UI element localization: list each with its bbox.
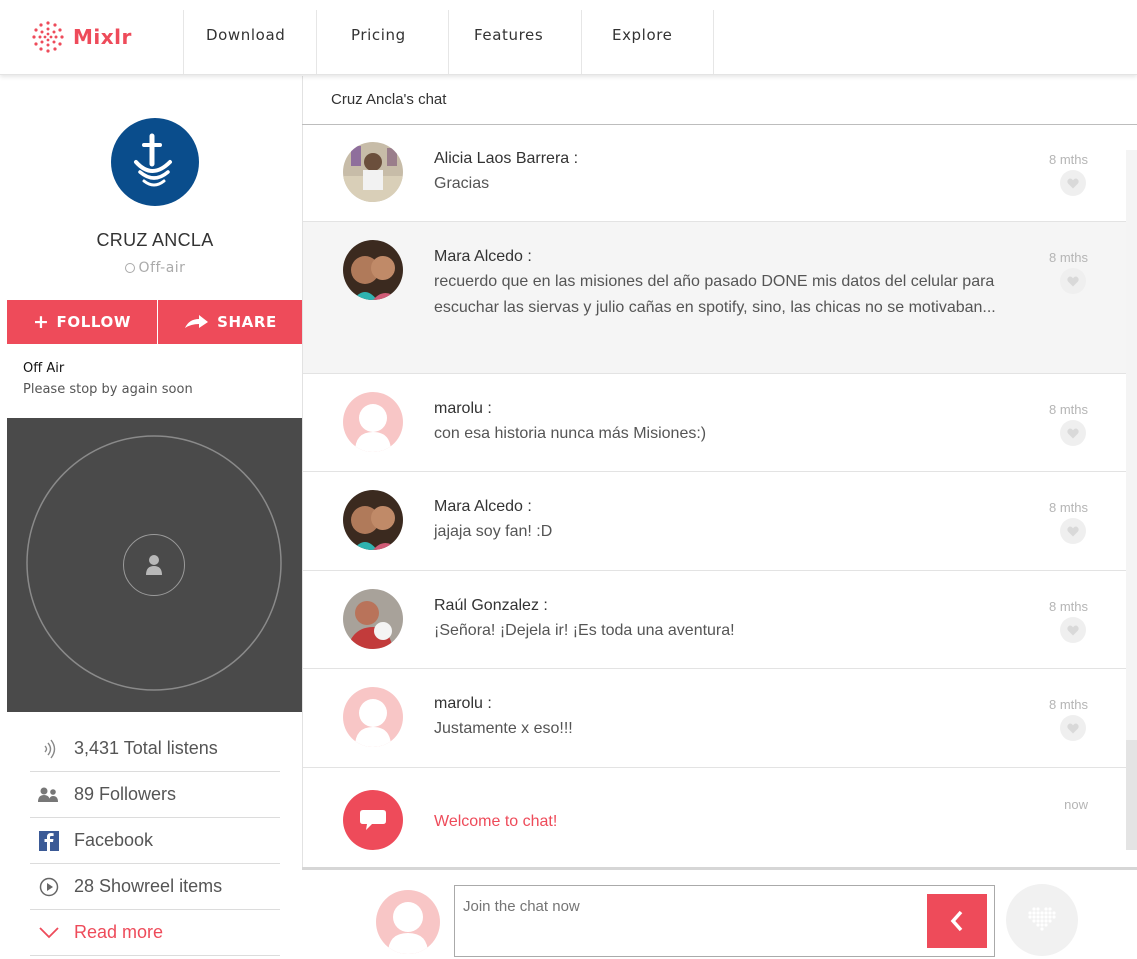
chevron-down-icon (38, 922, 60, 944)
heart-icon[interactable] (1060, 170, 1086, 196)
total-listens-text: 3,431 Total listens (74, 738, 218, 758)
facebook-icon (38, 830, 60, 852)
station-status: Off-air (0, 260, 310, 276)
message-text: Gracias (434, 175, 490, 192)
nav-explore[interactable]: Explore (612, 26, 673, 44)
nav-divider (448, 10, 449, 74)
chevron-left-icon (950, 910, 963, 932)
send-button[interactable] (927, 894, 987, 948)
message-text: Justamente x eso!!! (434, 720, 573, 737)
current-user-avatar (376, 890, 440, 954)
nav-divider (713, 10, 714, 74)
chat-message: marolu : Justamente x eso!!! 8 mths (303, 669, 1126, 768)
message-text: con esa historia nunca más Misiones:) (434, 425, 707, 442)
offair-message: Please stop by again soon (23, 382, 193, 397)
user-avatar[interactable] (343, 142, 403, 202)
message-author: marolu : (434, 400, 492, 417)
message-time: 8 mths (1048, 500, 1088, 515)
plus-icon: + (32, 310, 50, 333)
user-silhouette-icon (146, 555, 162, 575)
chat-message: Mara Alcedo : jajaja soy fan! :D 8 mths (303, 472, 1126, 571)
message-time: 8 mths (1048, 402, 1088, 417)
brand-name: Mixlr (73, 25, 132, 49)
top-navigation: Mixlr Download Pricing Features Explore (0, 0, 1137, 75)
nav-download[interactable]: Download (206, 26, 285, 44)
chat-bubble-icon (343, 790, 403, 850)
player-user-button[interactable] (123, 534, 185, 596)
facebook-text: Facebook (74, 830, 154, 850)
chat-scrollbar-thumb[interactable] (1126, 740, 1137, 850)
default-avatar-icon[interactable] (343, 687, 403, 747)
nav-features[interactable]: Features (474, 26, 543, 44)
message-author: marolu : (434, 695, 492, 712)
welcome-time: now (1064, 797, 1088, 812)
player-panel (7, 418, 302, 712)
mixlr-dots-icon (32, 21, 64, 53)
followers-text: 89 Followers (74, 784, 177, 804)
message-author: Raúl Gonzalez : (434, 597, 548, 614)
station-avatar[interactable] (111, 118, 199, 206)
default-avatar-icon[interactable] (343, 392, 403, 452)
total-listens-stat: 3,431 Total listens (30, 726, 280, 772)
share-button[interactable]: SHARE (158, 300, 302, 344)
people-icon (38, 784, 60, 806)
heart-icon[interactable] (1060, 420, 1086, 446)
message-author: Alicia Laos Barrera : (434, 150, 579, 167)
mixlr-logo[interactable]: Mixlr (31, 20, 132, 54)
status-text: Off-air (138, 260, 186, 276)
nav-divider (183, 10, 184, 74)
message-time: 8 mths (1048, 250, 1088, 265)
message-text: recuerdo que en las misiones del año pas… (434, 273, 996, 316)
user-avatar[interactable] (343, 240, 403, 300)
message-time: 8 mths (1048, 599, 1088, 614)
heart-icon[interactable] (1060, 518, 1086, 544)
heart-icon[interactable] (1060, 268, 1086, 294)
follow-label: FOLLOW (56, 313, 131, 331)
share-arrow-icon (185, 315, 209, 328)
read-more-text: Read more (74, 922, 164, 942)
facebook-link[interactable]: Facebook (30, 818, 280, 864)
status-dot-icon (124, 263, 135, 273)
chat-input[interactable] (454, 885, 995, 957)
user-avatar[interactable] (343, 490, 403, 550)
message-time: 8 mths (1048, 697, 1088, 712)
station-name: CRUZ ANCLA (96, 230, 214, 250)
nav-divider (581, 10, 582, 74)
chat-message: marolu : con esa historia nunca más Misi… (303, 374, 1126, 472)
welcome-text: Welcome to chat! (434, 813, 558, 830)
chat-message: Alicia Laos Barrera : Gracias 8 mths (303, 124, 1126, 222)
showreel-link[interactable]: 28 Showreel items (30, 864, 280, 910)
nav-pricing[interactable]: Pricing (351, 26, 406, 44)
heart-icon (1028, 907, 1056, 931)
message-time: 8 mths (1048, 152, 1088, 167)
share-label: SHARE (217, 313, 277, 331)
message-text: jajaja soy fan! :D (434, 523, 553, 540)
message-author: Mara Alcedo : (434, 248, 532, 265)
sound-waves-icon (38, 738, 60, 760)
followers-stat[interactable]: 89 Followers (30, 772, 280, 818)
user-avatar[interactable] (343, 589, 403, 649)
chat-message: Mara Alcedo : recuerdo que en las mision… (303, 222, 1126, 374)
like-station-button[interactable] (1006, 884, 1078, 956)
heart-icon[interactable] (1060, 715, 1086, 741)
follow-button[interactable]: + FOLLOW (7, 300, 157, 344)
showreel-text: 28 Showreel items (74, 876, 223, 896)
message-text: ¡Señora! ¡Dejela ir! ¡Es toda una aventu… (434, 622, 735, 639)
chat-title: Cruz Ancla's chat (331, 91, 447, 108)
read-more-link[interactable]: Read more (30, 910, 280, 956)
chat-message: Raúl Gonzalez : ¡Señora! ¡Dejela ir! ¡Es… (303, 571, 1126, 669)
anchor-cross-icon (134, 133, 172, 187)
offair-title: Off Air (23, 361, 65, 376)
chat-welcome-message: Welcome to chat! now (303, 768, 1126, 867)
message-author: Mara Alcedo : (434, 498, 532, 515)
heart-icon[interactable] (1060, 617, 1086, 643)
play-circle-icon (38, 876, 60, 898)
nav-divider (316, 10, 317, 74)
